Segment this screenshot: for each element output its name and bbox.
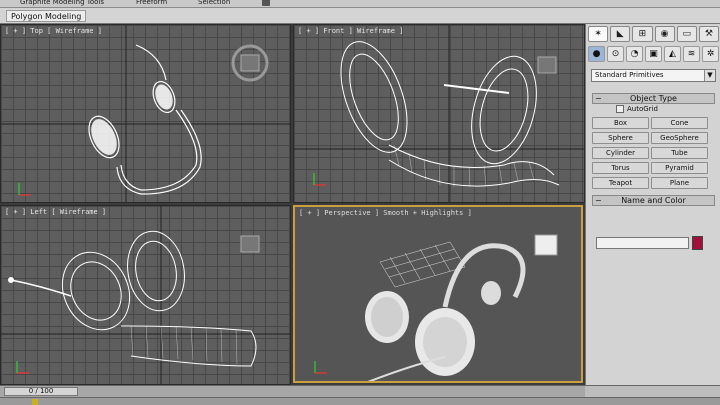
- trackbar[interactable]: [0, 397, 720, 405]
- torus-button[interactable]: Torus: [592, 162, 649, 174]
- tab-graphite-modeling-tools[interactable]: Graphite Modeling Tools: [14, 0, 110, 8]
- geosphere-button[interactable]: GeoSphere: [651, 132, 708, 144]
- cameras-icon[interactable]: ▣: [645, 46, 662, 62]
- object-type-rollout[interactable]: − Object Type: [592, 93, 715, 104]
- keyframe-marker[interactable]: [32, 399, 38, 405]
- teapot-button[interactable]: Teapot: [592, 177, 649, 189]
- ribbon-tab-bar: Graphite Modeling Tools Freeform Selecti…: [0, 0, 720, 8]
- autogrid-label: AutoGrid: [627, 105, 658, 113]
- viewport-front[interactable]: [ + ] Front ] Wireframe ]: [293, 24, 585, 203]
- object-name-field[interactable]: [596, 237, 689, 249]
- ribbon-options-icon[interactable]: [262, 0, 270, 6]
- modify-tab-icon[interactable]: ◣: [610, 26, 631, 42]
- lights-icon[interactable]: ◔: [626, 46, 643, 62]
- tab-freeform[interactable]: Freeform: [130, 0, 173, 8]
- plane-button[interactable]: Plane: [651, 177, 708, 189]
- object-category-row: ● ⊙ ◔ ▣ ◭ ≋ ✲: [588, 46, 719, 64]
- viewport-front-label[interactable]: [ + ] Front ] Wireframe ]: [298, 27, 403, 35]
- shapes-icon[interactable]: ⊙: [607, 46, 624, 62]
- display-tab-icon[interactable]: ▭: [676, 26, 697, 42]
- headset-render-perspective: [314, 234, 558, 381]
- primitive-type-value: Standard Primitives: [595, 71, 664, 79]
- tube-button[interactable]: Tube: [651, 147, 708, 159]
- viewport-left-label[interactable]: [ + ] Left [ Wireframe ]: [5, 208, 106, 216]
- primitive-type-dropdown[interactable]: Standard Primitives ▼: [591, 69, 716, 82]
- create-tab-icon[interactable]: ✶: [588, 26, 609, 42]
- viewport-top-label[interactable]: [ + ] Top [ Wireframe ]: [5, 27, 102, 35]
- headset-wireframe-top: [1, 25, 290, 202]
- name-and-color-title: Name and Color: [621, 196, 686, 205]
- motion-tab-icon[interactable]: ◉: [654, 26, 675, 42]
- box-button[interactable]: Box: [592, 117, 649, 129]
- spacewarps-icon[interactable]: ≋: [683, 46, 700, 62]
- object-type-title: Object Type: [630, 94, 677, 103]
- time-slider[interactable]: 0 / 100: [4, 387, 78, 396]
- headset-wireframe-front: [294, 25, 584, 202]
- collapse-icon: −: [595, 94, 602, 103]
- utilities-tab-icon[interactable]: ⚒: [698, 26, 720, 42]
- viewport-area: [ + ] Top [ Wireframe ] [ + ] Front ] Wi…: [0, 24, 585, 385]
- sphere-button[interactable]: Sphere: [592, 132, 649, 144]
- ribbon-panel: Polygon Modeling: [0, 8, 720, 24]
- cone-button[interactable]: Cone: [651, 117, 708, 129]
- collapse-icon: −: [595, 196, 602, 205]
- viewport-perspective-label[interactable]: [ + ] Perspective ] Smooth + Highlights …: [299, 209, 472, 217]
- time-slider-bar: 0 / 100: [0, 385, 585, 397]
- object-color-swatch[interactable]: [692, 236, 703, 250]
- status-area: [585, 385, 720, 397]
- tab-selection[interactable]: Selection: [192, 0, 236, 8]
- command-panel: ✶ ◣ ⊞ ◉ ▭ ⚒ ● ⊙ ◔ ▣ ◭ ≋ ✲ Standard Primi…: [585, 24, 720, 385]
- cylinder-button[interactable]: Cylinder: [592, 147, 649, 159]
- systems-icon[interactable]: ✲: [702, 46, 719, 62]
- chevron-down-icon: ▼: [704, 70, 715, 81]
- command-panel-tabs: ✶ ◣ ⊞ ◉ ▭ ⚒: [588, 26, 720, 44]
- checkbox-icon: [616, 105, 624, 113]
- viewport-left[interactable]: [ + ] Left [ Wireframe ]: [0, 205, 291, 385]
- hierarchy-tab-icon[interactable]: ⊞: [632, 26, 653, 42]
- viewport-top[interactable]: [ + ] Top [ Wireframe ]: [0, 24, 291, 203]
- name-and-color-rollout[interactable]: − Name and Color: [592, 195, 715, 206]
- helpers-icon[interactable]: ◭: [664, 46, 681, 62]
- headset-wireframe-left: [1, 206, 290, 384]
- pyramid-button[interactable]: Pyramid: [651, 162, 708, 174]
- viewport-perspective[interactable]: [ + ] Perspective ] Smooth + Highlights …: [293, 205, 583, 383]
- autogrid-checkbox[interactable]: AutoGrid: [616, 105, 658, 113]
- polygon-modeling-panel-button[interactable]: Polygon Modeling: [6, 10, 87, 22]
- geometry-icon[interactable]: ●: [588, 46, 605, 62]
